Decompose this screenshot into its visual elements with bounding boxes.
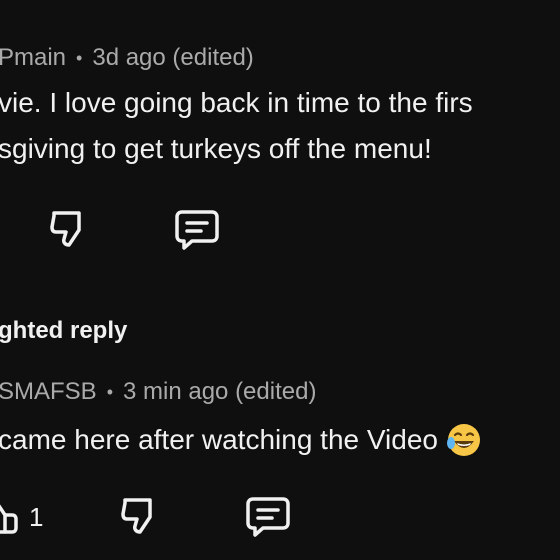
meta-separator: • — [76, 47, 83, 68]
comment-1-meta: Pmain • 3d ago (edited) — [0, 44, 254, 72]
comment-1-timestamp[interactable]: 3d ago (edited) — [92, 44, 253, 72]
comment-1-author[interactable]: Pmain — [0, 44, 66, 72]
comment-2-timestamp[interactable]: 3 min ago (edited) — [123, 378, 316, 406]
laughing-tears-emoji-icon — [446, 424, 480, 456]
comment-2-meta: SMAFSB • 3 min ago (edited) — [0, 378, 316, 406]
comment-reply-icon — [175, 210, 219, 250]
comment-1-text-line-1: vie. I love going back in time to the fi… — [0, 87, 473, 118]
comment-2-reply-button[interactable] — [244, 494, 292, 538]
comment-2-text: came here after watching the Video — [0, 422, 482, 458]
meta-separator: • — [106, 381, 113, 402]
comment-reply-icon — [246, 497, 290, 537]
highlighted-reply-label: ghted reply — [0, 317, 128, 344]
comment-1-text-line-2: sgiving to get turkeys off the menu! — [0, 133, 432, 164]
comment-1-reply-button[interactable] — [173, 207, 221, 251]
comment-1-dislike-button[interactable] — [47, 207, 91, 251]
comment-2-dislike-button[interactable] — [118, 494, 162, 538]
comment-2-author[interactable]: SMAFSB — [0, 378, 97, 406]
comment-2-text-content: came here after watching the Video — [0, 424, 438, 455]
comment-2-like-button[interactable] — [0, 494, 20, 538]
thumbs-down-icon — [121, 498, 152, 534]
comment-2-like-count: 1 — [29, 502, 44, 532]
thumbs-down-icon — [50, 211, 81, 247]
thumbs-up-icon — [0, 504, 18, 534]
